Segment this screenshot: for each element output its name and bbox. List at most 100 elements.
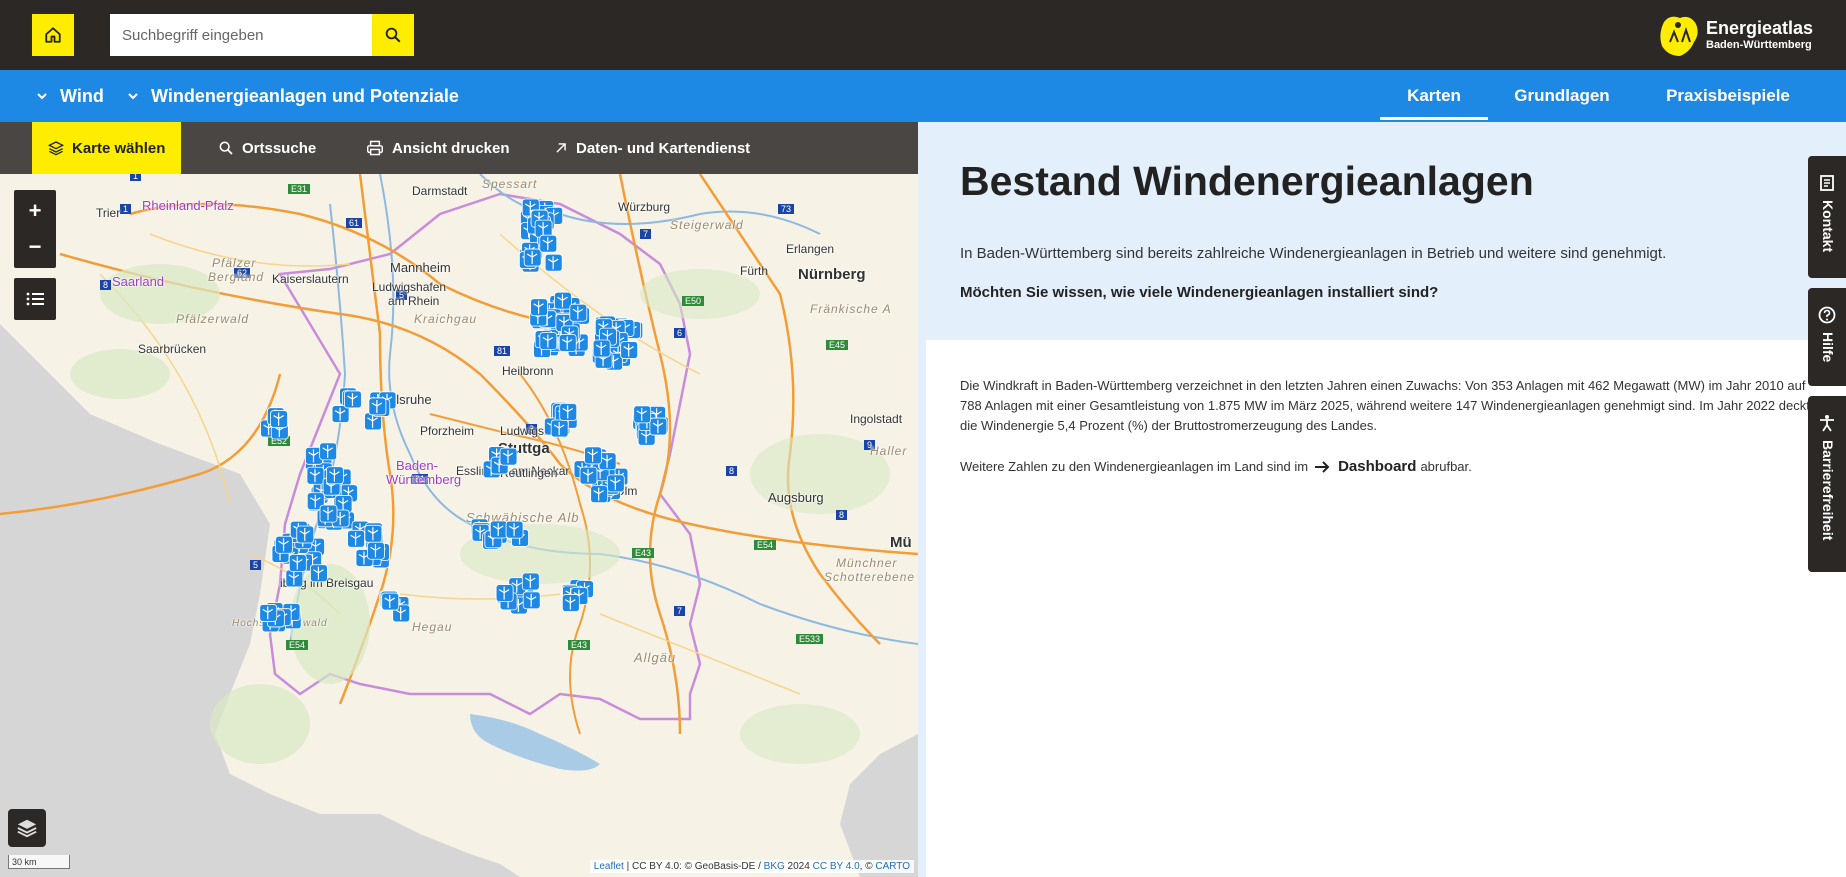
map-view[interactable]: 1 1 61 62 8 5 81 7 73 6 9 8 8 8 5 7 81 E… bbox=[0, 174, 918, 877]
dashboard-link[interactable]: Dashboard bbox=[1314, 458, 1416, 475]
search-icon bbox=[219, 141, 233, 155]
wind-turbine-marker[interactable] bbox=[288, 554, 307, 572]
wind-turbine-marker[interactable] bbox=[569, 303, 588, 322]
select-map-label: Karte wählen bbox=[72, 139, 166, 157]
wind-turbine-marker[interactable] bbox=[522, 591, 541, 610]
wind-turbine-marker[interactable] bbox=[558, 334, 577, 352]
tab-label: Praxisbeispiele bbox=[1666, 86, 1790, 105]
panel-divider bbox=[918, 122, 926, 877]
side-tab-kontakt[interactable]: Kontakt bbox=[1808, 156, 1846, 278]
side-tab-hilfe[interactable]: Hilfe bbox=[1808, 288, 1846, 386]
wind-turbine-marker[interactable] bbox=[285, 569, 304, 588]
chevron-down-icon bbox=[128, 93, 138, 100]
wind-turbine-marker[interactable] bbox=[521, 572, 540, 591]
contact-icon bbox=[1820, 175, 1834, 191]
wind-turbine-marker[interactable] bbox=[544, 253, 563, 272]
leaflet-link[interactable]: Leaflet bbox=[594, 861, 624, 872]
map-scale: 30 km bbox=[8, 855, 70, 869]
breadcrumb-label: Windenergieanlagen und Potenziale bbox=[151, 85, 459, 106]
legend-list-button[interactable] bbox=[14, 278, 56, 320]
wind-turbine-marker[interactable] bbox=[296, 525, 315, 544]
zoom-out-label: − bbox=[28, 234, 42, 259]
wind-turbine-marker[interactable] bbox=[620, 341, 639, 359]
wind-turbine-marker[interactable] bbox=[306, 466, 325, 485]
wind-turbine-marker[interactable] bbox=[523, 248, 542, 267]
breadcrumb-wind[interactable]: Wind bbox=[36, 70, 104, 122]
wind-turbine-marker[interactable] bbox=[539, 332, 558, 350]
wind-turbine-marker[interactable] bbox=[319, 504, 338, 523]
wind-turbine-marker[interactable] bbox=[367, 541, 385, 560]
tab-label: Grundlagen bbox=[1514, 86, 1610, 105]
wind-turbine-marker[interactable] bbox=[561, 594, 580, 612]
wind-turbine-markers[interactable] bbox=[0, 174, 918, 877]
wind-turbine-marker[interactable] bbox=[559, 403, 578, 421]
wind-turbine-marker[interactable] bbox=[584, 446, 602, 465]
wind-turbine-marker[interactable] bbox=[310, 564, 328, 583]
wind-turbine-marker[interactable] bbox=[592, 339, 611, 358]
search-button[interactable] bbox=[372, 14, 414, 56]
more-prefix: Weitere Zahlen zu den Windenergieanlagen… bbox=[960, 459, 1309, 474]
logo-subtitle: Baden-Württemberg bbox=[1706, 39, 1812, 51]
cc-by-link[interactable]: CC BY 4.0 bbox=[813, 861, 860, 872]
breadcrumb-label: Wind bbox=[60, 85, 104, 106]
breadcrumb-windenergieanlagen[interactable]: Windenergieanlagen und Potenziale bbox=[127, 70, 459, 122]
zoom-in-label: + bbox=[28, 198, 42, 223]
side-tab-label: Barrierefreiheit bbox=[1820, 440, 1836, 541]
wind-turbine-marker[interactable] bbox=[633, 405, 652, 424]
tab-karten[interactable]: Karten bbox=[1380, 70, 1488, 122]
wind-turbine-marker[interactable] bbox=[539, 234, 558, 253]
wind-turbine-marker[interactable] bbox=[381, 592, 400, 611]
page-title: Bestand Windenergieanlagen bbox=[960, 158, 1534, 204]
carto-link[interactable]: CARTO bbox=[875, 861, 910, 872]
wind-turbine-marker[interactable] bbox=[495, 584, 514, 603]
energieatlas-logo[interactable]: Energieatlas Baden-Württemberg bbox=[1656, 12, 1813, 58]
wind-turbine-marker[interactable] bbox=[554, 291, 572, 310]
wind-turbine-marker[interactable] bbox=[530, 298, 548, 317]
wind-turbine-marker[interactable] bbox=[275, 535, 293, 554]
help-icon bbox=[1818, 306, 1836, 324]
wind-turbine-marker[interactable] bbox=[606, 474, 625, 493]
tab-praxisbeispiele[interactable]: Praxisbeispiele bbox=[1652, 70, 1804, 122]
wind-turbine-marker[interactable] bbox=[534, 219, 553, 238]
logo-icon bbox=[1660, 16, 1698, 57]
wind-turbine-marker[interactable] bbox=[499, 447, 518, 466]
arrow-right-icon bbox=[1315, 460, 1330, 473]
search-input[interactable] bbox=[110, 14, 372, 56]
wind-turbine-marker[interactable] bbox=[590, 485, 609, 504]
question-text: Möchten Sie wissen, wie viele Windenergi… bbox=[960, 284, 1439, 301]
wind-turbine-marker[interactable] bbox=[319, 442, 338, 461]
search-icon bbox=[385, 27, 401, 43]
arrow-up-right-icon bbox=[556, 143, 566, 153]
layers-icon bbox=[17, 819, 37, 838]
printer-icon bbox=[367, 140, 383, 156]
bkg-link[interactable]: BKG bbox=[764, 861, 785, 872]
layer-switcher-button[interactable] bbox=[8, 809, 46, 847]
wind-turbine-marker[interactable] bbox=[259, 604, 278, 622]
wind-turbine-marker[interactable] bbox=[489, 520, 508, 539]
data-services-label: Daten- und Kartendienst bbox=[576, 139, 751, 157]
wind-turbine-marker[interactable] bbox=[649, 417, 668, 436]
intro-text: In Baden-Württemberg sind bereits zahlre… bbox=[960, 245, 1667, 262]
map-toolbar: Karte wählen Ortssuche Ansicht drucken D… bbox=[0, 122, 918, 174]
map-attribution: Leaflet | CC BY 4.0: © GeoBasis-DE / BKG… bbox=[589, 860, 914, 873]
wind-turbine-marker[interactable] bbox=[505, 520, 524, 539]
side-tab-label: Hilfe bbox=[1820, 332, 1836, 363]
home-button[interactable] bbox=[32, 14, 74, 56]
wind-turbine-marker[interactable] bbox=[344, 390, 362, 409]
wind-turbine-marker[interactable] bbox=[326, 466, 344, 485]
print-view-button[interactable]: Ansicht drucken bbox=[366, 122, 510, 174]
data-services-button[interactable]: Daten- und Kartendienst bbox=[554, 122, 750, 174]
wind-turbine-marker[interactable] bbox=[364, 524, 383, 543]
location-search-button[interactable]: Ortssuche bbox=[218, 122, 316, 174]
info-panel-header bbox=[918, 122, 1846, 340]
wind-turbine-marker[interactable] bbox=[270, 410, 289, 428]
wind-turbine-marker[interactable] bbox=[347, 529, 365, 548]
wind-turbine-marker[interactable] bbox=[579, 466, 598, 485]
wind-turbine-marker[interactable] bbox=[368, 397, 387, 416]
tab-grundlagen[interactable]: Grundlagen bbox=[1502, 70, 1622, 122]
dashboard-label: Dashboard bbox=[1338, 458, 1417, 475]
side-tab-barrierefreiheit[interactable]: Barrierefreiheit bbox=[1808, 396, 1846, 572]
select-map-button[interactable]: Karte wählen bbox=[32, 122, 182, 174]
wind-turbine-marker[interactable] bbox=[550, 419, 569, 438]
zoom-out-button[interactable]: − bbox=[14, 226, 56, 268]
